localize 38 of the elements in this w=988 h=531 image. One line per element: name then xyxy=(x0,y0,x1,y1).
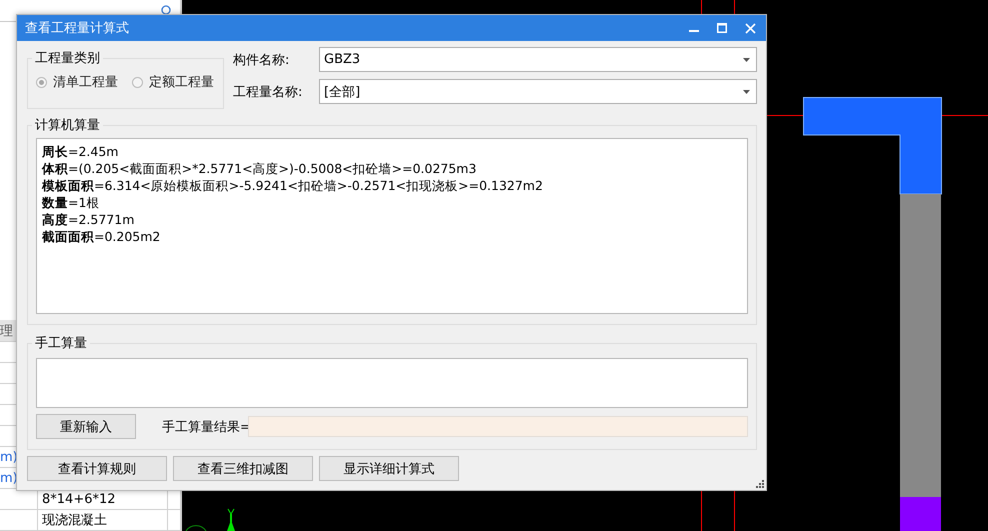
table-cell: 8*14+6*12 xyxy=(42,492,116,506)
formula-line: 模板面积=6.314<原始模板面积>-5.9241<扣砼墙>-0.2571<扣现浇板>=0.1327m2 xyxy=(42,177,544,194)
formula-text-area[interactable]: 周长=2.45m 体积=(0.205<截面面积>*2.5771<高度>)-0.5008<扣砼墙>=0.0275m3 模板面积=6.314<原始模板面积>-5.9241<扣砼墙>-0.2571<扣现浇板>=0.1327m2 数量=1根 高度=2.5771m 截面面积=0.205m2 xyxy=(36,138,748,314)
resize-grip-icon[interactable] xyxy=(755,479,764,488)
result-field[interactable] xyxy=(248,416,748,437)
window-title: 查看工程量计算式 xyxy=(25,20,129,37)
formula-line: 高度=2.5771m xyxy=(42,211,136,228)
formula-line: 数量=1根 xyxy=(42,194,100,211)
field-label: 构件名称: xyxy=(233,52,290,68)
reset-button[interactable]: 重新输入 xyxy=(36,414,136,439)
table-cell-text: 现浇混凝土 xyxy=(42,512,107,529)
caret-icon xyxy=(743,58,750,62)
formula-line: 截面面积=0.205m2 xyxy=(42,228,162,245)
group-title: 手工算量 xyxy=(34,335,88,352)
manual-input-area[interactable] xyxy=(36,358,748,408)
action-button[interactable]: 查看三维扣减图 xyxy=(173,456,313,481)
close-icon[interactable] xyxy=(745,22,756,34)
radio-label: 清单工程量 xyxy=(53,74,118,91)
group-title: 工程量类别 xyxy=(34,50,101,67)
maximize-icon[interactable] xyxy=(717,23,727,33)
action-button[interactable]: 查看计算规则 xyxy=(27,456,167,481)
field-label: 工程量名称: xyxy=(233,84,304,100)
quantity-dropdown[interactable]: [全部] xyxy=(319,79,757,104)
group-title: 计算机算量 xyxy=(34,117,101,134)
component-dropdown[interactable]: GBZ3 xyxy=(319,47,757,72)
radio-label: 定额工程量 xyxy=(149,74,214,91)
formula-line: 体积=(0.205<截面面积>*2.5771<高度>)-0.5008<扣砼墙>=0.0275m3 xyxy=(42,160,478,177)
radio-option[interactable]: 定额工程量 xyxy=(132,73,214,91)
radio-icon[interactable] xyxy=(132,76,143,88)
search-icon[interactable] xyxy=(160,4,172,16)
radio-icon[interactable] xyxy=(36,76,47,88)
y-axis-icon xyxy=(227,508,235,531)
radio-option[interactable]: 清单工程量 xyxy=(36,73,118,91)
axis-marker-icon xyxy=(186,525,206,531)
action-button[interactable]: 显示详细计算式 xyxy=(319,456,459,481)
formula-line: 周长=2.45m xyxy=(42,143,120,160)
column-header: 理 xyxy=(0,322,13,340)
caret-icon xyxy=(743,90,750,94)
